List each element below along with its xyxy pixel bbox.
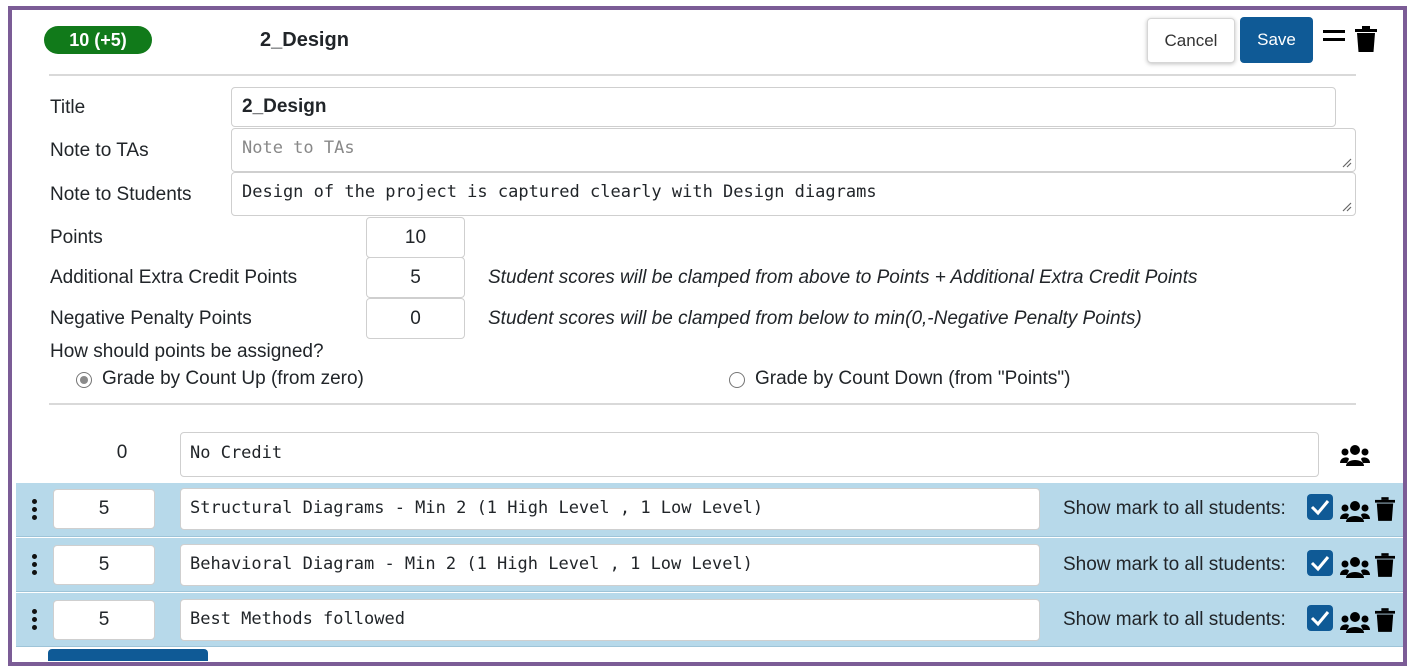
show-mark-checkbox[interactable] [1307,550,1333,576]
rubric-item-row: 5 Behavioral Diagram - Min 2 (1 High Lev… [16,538,1403,592]
users-icon[interactable] [1340,556,1370,583]
note-tas-field[interactable]: Note to TAs [231,128,1356,172]
trash-icon[interactable] [1355,26,1377,52]
extra-credit-input[interactable]: 5 [366,257,465,298]
hamburger-icon[interactable] [1323,30,1347,46]
users-icon[interactable] [1340,444,1370,471]
show-mark-checkbox[interactable] [1307,605,1333,631]
add-item-button[interactable] [48,649,208,661]
item-points-input[interactable]: 5 [53,600,155,640]
resize-handle-icon[interactable] [1342,202,1352,212]
show-mark-label: Show mark to all students: [1063,554,1286,575]
rubric-item-row: 5 Structural Diagrams - Min 2 (1 High Le… [16,483,1403,537]
show-mark-checkbox[interactable] [1307,494,1333,520]
trash-icon[interactable] [1375,497,1395,526]
show-mark-label: Show mark to all students: [1063,609,1286,630]
no-credit-points: 0 [116,442,128,463]
extra-credit-hint: Student scores will be clamped from abov… [488,267,1198,288]
header-divider [49,74,1356,76]
form-divider [49,403,1356,405]
title-label: Title [50,97,86,118]
penalty-hint: Student scores will be clamped from belo… [488,308,1142,329]
radio-count-down[interactable] [729,372,745,388]
save-button[interactable]: Save [1240,17,1313,63]
users-icon[interactable] [1340,611,1370,638]
penalty-input[interactable]: 0 [366,298,465,339]
note-students-label: Note to Students [50,184,192,205]
show-mark-label: Show mark to all students: [1063,498,1286,519]
trash-icon[interactable] [1375,608,1395,637]
option-count-up-label[interactable]: Grade by Count Up (from zero) [102,368,364,390]
rubric-title: 2_Design [260,29,349,51]
points-label: Points [50,227,103,248]
note-tas-placeholder: Note to TAs [242,138,355,158]
points-input[interactable]: 10 [366,217,465,258]
note-tas-label: Note to TAs [50,140,149,161]
users-icon[interactable] [1340,500,1370,527]
no-credit-description[interactable]: No Credit [180,432,1319,477]
trash-icon[interactable] [1375,553,1395,582]
resize-handle-icon[interactable] [1342,158,1352,168]
kebab-icon[interactable] [32,499,38,521]
note-students-field[interactable]: Design of the project is captured clearl… [231,172,1356,216]
kebab-icon[interactable] [32,554,38,576]
cancel-button[interactable]: Cancel [1147,18,1235,63]
option-count-down-label[interactable]: Grade by Count Down (from "Points") [755,368,1071,390]
item-description-input[interactable]: Best Methods followed [180,599,1040,641]
kebab-icon[interactable] [32,609,38,631]
radio-count-up[interactable] [76,372,92,388]
item-description-input[interactable]: Behavioral Diagram - Min 2 (1 High Level… [180,544,1040,586]
rubric-item-row: 5 Best Methods followed Show mark to all… [16,593,1403,647]
note-students-value: Design of the project is captured clearl… [242,182,877,202]
title-input[interactable]: 2_Design [231,87,1336,127]
item-points-input[interactable]: 5 [53,489,155,529]
penalty-label: Negative Penalty Points [50,308,252,329]
score-badge: 10 (+5) [44,26,152,54]
item-points-input[interactable]: 5 [53,545,155,585]
extra-credit-label: Additional Extra Credit Points [50,267,298,288]
assign-question: How should points be assigned? [50,341,324,362]
item-description-input[interactable]: Structural Diagrams - Min 2 (1 High Leve… [180,488,1040,530]
